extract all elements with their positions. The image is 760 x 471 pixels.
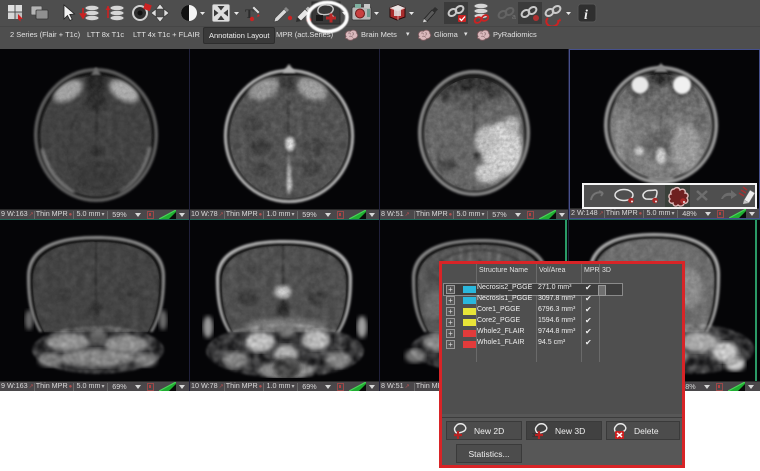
svg-text:i: i [584,8,588,23]
svg-text:a: a [512,14,516,21]
